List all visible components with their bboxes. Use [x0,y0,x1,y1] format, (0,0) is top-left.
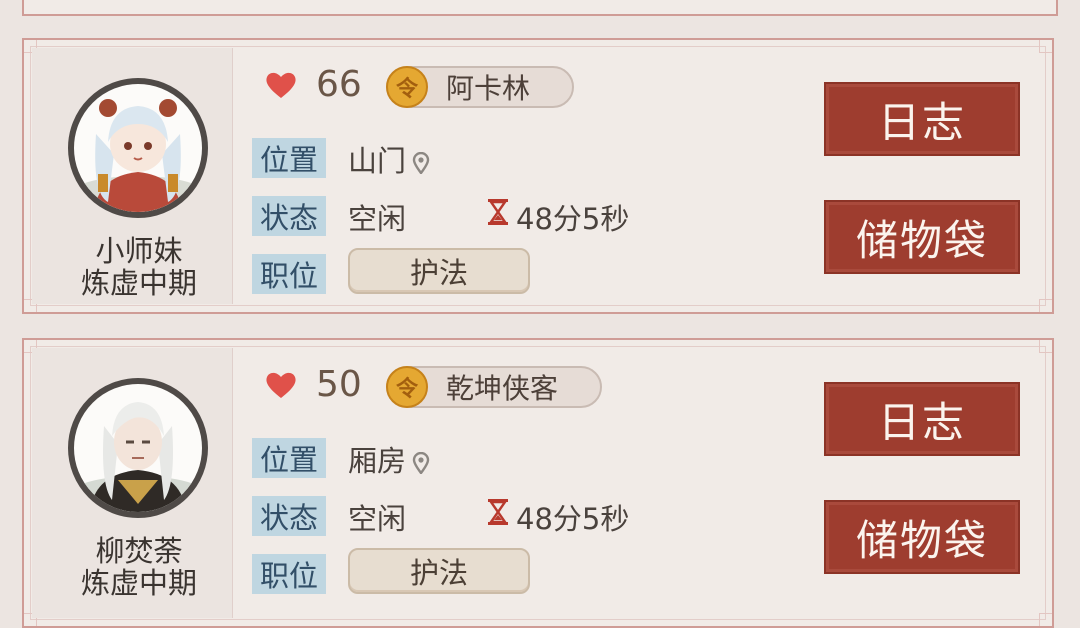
title-badge[interactable]: 令 阿卡林 [386,66,575,108]
location-text: 山门 [348,144,407,178]
location-pin-icon [412,152,430,174]
disciple-realm: 炼虚中期 [80,266,197,300]
card-corner [1039,40,1052,53]
title-text: 阿卡林 [446,72,531,105]
disciple-realm: 炼虚中期 [80,566,197,600]
heart-icon [266,72,296,98]
log-button[interactable]: 日志 [824,382,1020,456]
status-value: 空闲 [348,502,407,536]
location-value[interactable]: 山门 [348,138,430,180]
storage-bag-button[interactable]: 储物袋 [824,500,1020,574]
status-label: 状态 [252,196,326,236]
disciple-profile[interactable]: 小师妹 炼虚中期 [32,48,233,304]
storage-bag-button[interactable]: 储物袋 [824,200,1020,274]
heart-icon [266,372,296,398]
disciple-profile[interactable]: 柳焚荼 炼虚中期 [32,348,233,618]
previous-card-edge [22,0,1058,16]
card-corner [1039,299,1052,312]
hourglass-icon [488,199,508,225]
location-value[interactable]: 厢房 [348,438,430,480]
location-pin-icon [412,452,430,474]
affection-score: 66 [316,64,362,105]
hourglass-icon [488,499,508,525]
status-value: 空闲 [348,202,407,236]
role-button[interactable]: 护法 [348,548,530,594]
role-label: 职位 [252,254,326,294]
title-badge[interactable]: 令 乾坤侠客 [386,366,603,408]
role-button[interactable]: 护法 [348,248,530,294]
avatar-portrait-icon [74,402,202,512]
avatar[interactable] [68,78,208,218]
location-text: 厢房 [348,444,407,478]
timer-text: 48分5秒 [516,502,630,536]
timer-text: 48分5秒 [516,202,630,236]
affection-score: 50 [316,364,362,405]
title-badge-icon: 令 [386,66,428,108]
title-badge-icon: 令 [386,366,428,408]
log-button[interactable]: 日志 [824,82,1020,156]
location-label: 位置 [252,138,326,178]
location-label: 位置 [252,438,326,478]
avatar[interactable] [68,378,208,518]
card-corner [1039,613,1052,626]
role-label: 职位 [252,554,326,594]
disciple-card: 小师妹 炼虚中期 66 令 阿卡林 位置 山门 状态 空闲 48分5秒 职位 护… [22,38,1054,314]
disciple-card: 柳焚荼 炼虚中期 50 令 乾坤侠客 位置 厢房 状态 空闲 48分5秒 职位 … [22,338,1054,628]
card-corner [1039,340,1052,353]
status-label: 状态 [252,496,326,536]
title-text: 乾坤侠客 [446,372,559,405]
avatar-portrait-icon [74,99,202,212]
